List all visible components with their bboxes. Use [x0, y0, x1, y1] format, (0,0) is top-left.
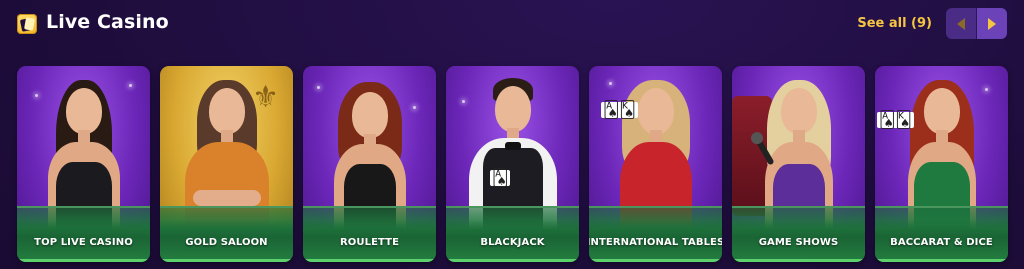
card-label: GOLD SALOON [185, 237, 268, 248]
card-label: ROULETTE [339, 237, 400, 248]
chevron-right-icon [988, 17, 996, 30]
category-card-roulette[interactable]: ROULETTE [303, 66, 436, 262]
category-card-gold-saloon[interactable]: ⚜ GOLD SALOON [160, 66, 293, 262]
carousel-prev-button[interactable] [946, 8, 977, 39]
cards-icon [17, 14, 37, 34]
see-all-link[interactable]: See all (9) [857, 16, 932, 31]
chevron-left-icon [957, 17, 965, 30]
live-casino-section: Live Casino See all (9) TOP LIVE CASINO … [0, 0, 1024, 269]
card-label: BLACKJACK [480, 237, 545, 248]
section-title: Live Casino [46, 11, 169, 33]
category-card-baccarat-dice[interactable]: 🂡🂮 BACCARAT & DICE [875, 66, 1008, 262]
card-label: TOP LIVE CASINO [34, 237, 133, 248]
category-card-top-live-casino[interactable]: TOP LIVE CASINO [17, 66, 150, 262]
card-label: INTERNATIONAL TABLES [589, 237, 722, 248]
card-label: BACCARAT & DICE [890, 237, 993, 248]
category-card-international-tables[interactable]: 🂡🂮 INTERNATIONAL TABLES [589, 66, 722, 262]
category-card-blackjack[interactable]: 🂡 BLACKJACK [446, 66, 579, 262]
card-label: GAME SHOWS [758, 237, 839, 248]
section-header: Live Casino See all (9) [17, 8, 1007, 42]
carousel-next-button[interactable] [977, 8, 1007, 39]
category-carousel: TOP LIVE CASINO ⚜ GOLD SALOON ROULETTE 🂡… [17, 66, 1008, 262]
category-card-game-shows[interactable]: GAME SHOWS [732, 66, 865, 262]
carousel-pager [946, 8, 1007, 39]
